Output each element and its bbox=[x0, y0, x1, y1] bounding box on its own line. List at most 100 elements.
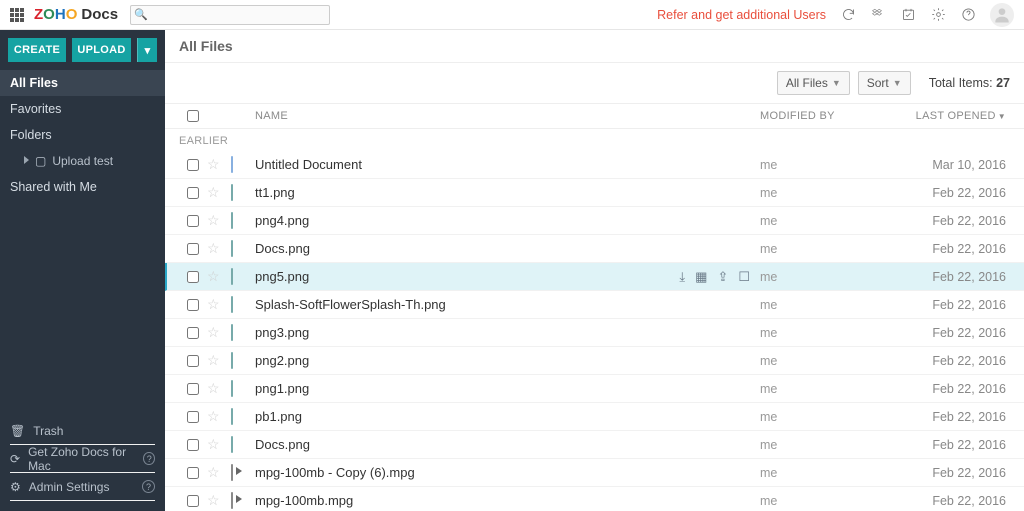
file-name[interactable]: mpg-100mb.mpg bbox=[255, 493, 353, 508]
file-type-icon bbox=[231, 492, 233, 509]
row-checkbox[interactable] bbox=[187, 411, 199, 423]
file-row[interactable]: ☆Docs.pngmeFeb 22, 2016 bbox=[165, 431, 1024, 459]
file-row[interactable]: ☆png3.pngmeFeb 22, 2016 bbox=[165, 319, 1024, 347]
last-opened: Feb 22, 2016 bbox=[932, 438, 1006, 452]
icon: ⟳ bbox=[10, 452, 20, 466]
column-opened[interactable]: LAST OPENED▼ bbox=[900, 110, 1010, 122]
file-row[interactable]: ☆tt1.pngmeFeb 22, 2016 bbox=[165, 179, 1024, 207]
sidebar-bottom-trash[interactable]: 🗑Trash bbox=[10, 417, 155, 445]
file-row[interactable]: ☆png2.pngmeFeb 22, 2016 bbox=[165, 347, 1024, 375]
file-name[interactable]: png2.png bbox=[255, 353, 309, 368]
preview-icon[interactable]: ▦ bbox=[695, 269, 707, 285]
group-header: EARLIER bbox=[165, 129, 1024, 151]
file-row[interactable]: ☆Splash-SoftFlowerSplash-Th.pngmeFeb 22,… bbox=[165, 291, 1024, 319]
create-button[interactable]: CREATE bbox=[8, 38, 66, 62]
file-name[interactable]: Untitled Document bbox=[255, 157, 362, 172]
row-checkbox[interactable] bbox=[187, 383, 199, 395]
file-name[interactable]: png5.png bbox=[255, 269, 309, 284]
modified-by: me bbox=[760, 466, 777, 480]
logo[interactable]: Z O H O Docs bbox=[34, 6, 118, 23]
star-icon[interactable]: ☆ bbox=[207, 492, 220, 508]
avatar[interactable] bbox=[990, 3, 1014, 27]
row-checkbox[interactable] bbox=[187, 187, 199, 199]
dropbox-icon[interactable] bbox=[870, 7, 886, 23]
star-icon[interactable]: ☆ bbox=[207, 436, 220, 452]
file-row[interactable]: ☆Docs.pngmeFeb 22, 2016 bbox=[165, 235, 1024, 263]
row-checkbox[interactable] bbox=[187, 467, 199, 479]
file-row[interactable]: ☆pb1.pngmeFeb 22, 2016 bbox=[165, 403, 1024, 431]
upload-menu-button[interactable]: ▾ bbox=[137, 38, 157, 62]
sidebar-bottom-admin-settings[interactable]: ⚙Admin Settings? bbox=[10, 473, 155, 501]
search-icon: 🔍 bbox=[134, 8, 148, 21]
star-icon[interactable]: ☆ bbox=[207, 240, 220, 256]
row-checkbox[interactable] bbox=[187, 355, 199, 367]
row-checkbox[interactable] bbox=[187, 495, 199, 507]
star-icon[interactable]: ☆ bbox=[207, 212, 220, 228]
help-icon[interactable]: ? bbox=[143, 452, 155, 465]
file-name[interactable]: mpg-100mb - Copy (6).mpg bbox=[255, 465, 415, 480]
star-icon[interactable]: ☆ bbox=[207, 296, 220, 312]
file-row[interactable]: ☆mpg-100mb.mpgmeFeb 22, 2016 bbox=[165, 487, 1024, 511]
row-checkbox[interactable] bbox=[187, 159, 199, 171]
sidebar-item-upload-test[interactable]: ▢Upload test bbox=[0, 148, 165, 174]
sidebar-item-all-files[interactable]: All Files bbox=[0, 70, 165, 96]
download-icon[interactable]: ⤓ bbox=[679, 269, 685, 285]
sidebar-item-favorites[interactable]: Favorites bbox=[0, 96, 165, 122]
star-icon[interactable]: ☆ bbox=[207, 380, 220, 396]
file-name[interactable]: png3.png bbox=[255, 325, 309, 340]
star-icon[interactable]: ☆ bbox=[207, 464, 220, 480]
refer-link[interactable]: Refer and get additional Users bbox=[657, 8, 826, 22]
file-row[interactable]: ☆png1.pngmeFeb 22, 2016 bbox=[165, 375, 1024, 403]
sidebar-bottom-get-zoho-docs-for-mac[interactable]: ⟳Get Zoho Docs for Mac? bbox=[10, 445, 155, 473]
file-name[interactable]: png1.png bbox=[255, 381, 309, 396]
sidebar-item-label: Favorites bbox=[10, 102, 61, 116]
star-icon[interactable]: ☆ bbox=[207, 352, 220, 368]
column-modified[interactable]: MODIFIED BY bbox=[760, 110, 900, 122]
select-all-checkbox[interactable] bbox=[187, 110, 199, 122]
tasks-icon[interactable] bbox=[900, 7, 916, 23]
row-checkbox[interactable] bbox=[187, 299, 199, 311]
file-row[interactable]: ☆Untitled DocumentmeMar 10, 2016 bbox=[165, 151, 1024, 179]
column-name[interactable]: NAME bbox=[255, 110, 640, 122]
open-external-icon[interactable]: ☐ bbox=[738, 269, 750, 285]
sort-dropdown[interactable]: Sort ▼ bbox=[858, 71, 911, 95]
row-checkbox[interactable] bbox=[187, 271, 199, 283]
row-checkbox[interactable] bbox=[187, 439, 199, 451]
star-icon[interactable]: ☆ bbox=[207, 324, 220, 340]
modified-by: me bbox=[760, 410, 777, 424]
icon: ⚙ bbox=[10, 480, 21, 494]
sidebar-item-folders[interactable]: Folders bbox=[0, 122, 165, 148]
file-row[interactable]: ☆png4.pngmeFeb 22, 2016 bbox=[165, 207, 1024, 235]
file-type-icon bbox=[231, 464, 233, 481]
file-name[interactable]: Splash-SoftFlowerSplash-Th.png bbox=[255, 297, 446, 312]
last-opened: Feb 22, 2016 bbox=[932, 298, 1006, 312]
modified-by: me bbox=[760, 158, 777, 172]
star-icon[interactable]: ☆ bbox=[207, 268, 220, 284]
file-name[interactable]: tt1.png bbox=[255, 185, 295, 200]
file-name[interactable]: png4.png bbox=[255, 213, 309, 228]
file-name[interactable]: pb1.png bbox=[255, 409, 302, 424]
star-icon[interactable]: ☆ bbox=[207, 156, 220, 172]
sync-icon[interactable] bbox=[840, 7, 856, 23]
search-input[interactable] bbox=[130, 5, 330, 25]
help-icon[interactable]: ? bbox=[142, 480, 155, 493]
sidebar-item-shared-with-me[interactable]: Shared with Me bbox=[0, 174, 165, 200]
file-name[interactable]: Docs.png bbox=[255, 437, 310, 452]
star-icon[interactable]: ☆ bbox=[207, 184, 220, 200]
row-checkbox[interactable] bbox=[187, 243, 199, 255]
file-type-icon bbox=[231, 380, 233, 397]
row-checkbox[interactable] bbox=[187, 215, 199, 227]
share-icon[interactable]: ⇪ bbox=[717, 269, 728, 285]
file-row[interactable]: ☆png5.png⤓▦⇪☐meFeb 22, 2016 bbox=[165, 263, 1024, 291]
settings-icon[interactable] bbox=[930, 7, 946, 23]
chevron-down-icon: ▼ bbox=[998, 112, 1006, 121]
modified-by: me bbox=[760, 382, 777, 396]
row-checkbox[interactable] bbox=[187, 327, 199, 339]
apps-grid-icon[interactable] bbox=[10, 8, 24, 22]
file-name[interactable]: Docs.png bbox=[255, 241, 310, 256]
upload-button[interactable]: UPLOAD bbox=[72, 38, 131, 62]
star-icon[interactable]: ☆ bbox=[207, 408, 220, 424]
help-icon[interactable] bbox=[960, 7, 976, 23]
filter-dropdown[interactable]: All Files ▼ bbox=[777, 71, 850, 95]
file-row[interactable]: ☆mpg-100mb - Copy (6).mpgmeFeb 22, 2016 bbox=[165, 459, 1024, 487]
